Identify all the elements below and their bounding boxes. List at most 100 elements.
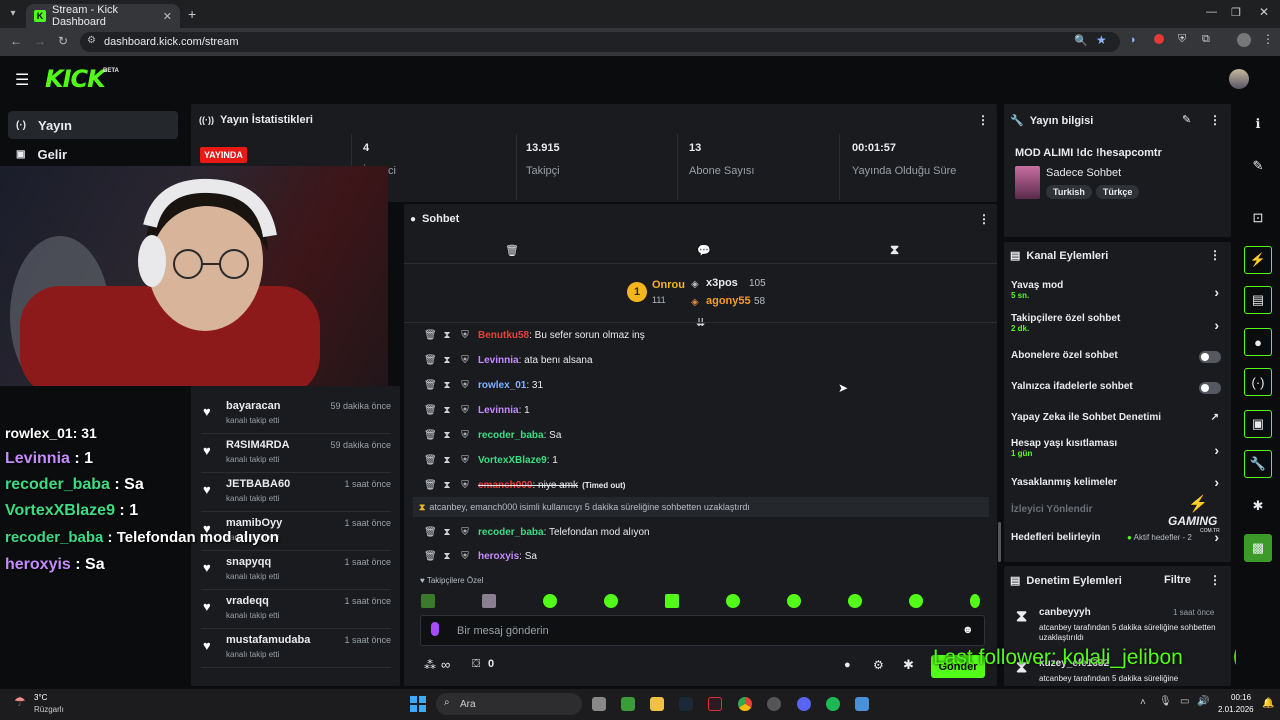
settings-gear-icon[interactable]: ⚙	[873, 658, 884, 672]
file-explorer-icon[interactable]	[650, 697, 664, 711]
chat-message-input[interactable]: Bir mesaj gönderin	[420, 615, 985, 646]
chat-menu-icon[interactable]: ⋮	[978, 212, 990, 226]
chat-username[interactable]: rowlex_01	[478, 380, 526, 391]
emote-icon[interactable]	[726, 594, 740, 608]
browser-menu-icon[interactable]: ⋮	[1262, 32, 1274, 46]
nav-item-revenue[interactable]: ▣ Gelir	[8, 140, 178, 168]
user-avatar[interactable]	[1229, 69, 1249, 89]
zoom-icon[interactable]: 🔍	[1074, 34, 1088, 47]
channel-actions-menu-icon[interactable]: ⋮	[1209, 248, 1221, 262]
timeout-icon[interactable]: ⧗	[442, 330, 452, 341]
ban-shield-icon[interactable]: ⛨	[460, 330, 470, 341]
ban-shield-icon[interactable]: ⛨	[460, 355, 470, 366]
subs-only-toggle[interactable]	[1199, 351, 1221, 363]
minimize-icon[interactable]: —	[1206, 6, 1217, 18]
timeout-icon[interactable]: ⧗	[442, 430, 452, 441]
reload-icon[interactable]: ↻	[58, 34, 68, 48]
emote-icon[interactable]	[787, 594, 801, 608]
filter-button[interactable]: Filtre	[1164, 574, 1191, 586]
emote-icon[interactable]	[970, 594, 980, 608]
slow-mode-row[interactable]: Yavaş mod 5 sn. ›	[1011, 280, 1225, 300]
site-info-icon[interactable]: ⚙	[87, 35, 96, 46]
info-icon[interactable]: ℹ	[1244, 110, 1272, 138]
timeout-icon[interactable]: ⧗	[442, 380, 452, 391]
url-input[interactable]: dashboard.kick.com/stream	[80, 32, 1120, 52]
timeout-icon[interactable]: ⧗	[442, 455, 452, 466]
back-icon[interactable]: ←	[10, 34, 22, 48]
lightning-icon[interactable]: ⚡	[1244, 246, 1272, 274]
microphone-icon[interactable]	[431, 622, 439, 636]
network-icon[interactable]: ▭	[1180, 696, 1189, 707]
volume-icon[interactable]: 🔊	[1197, 696, 1209, 707]
stream-info-menu-icon[interactable]: ⋮	[1209, 113, 1221, 127]
chat-bubble-icon[interactable]: ●	[1244, 328, 1272, 356]
game-icon[interactable]: ▩	[1244, 534, 1272, 562]
chat-username[interactable]: Benutku58	[478, 330, 529, 341]
close-window-icon[interactable]: ✕	[1259, 5, 1269, 19]
tray-chevron-icon[interactable]: ˄	[1140, 697, 1146, 708]
chrome-icon[interactable]	[738, 697, 752, 711]
stats-menu-icon[interactable]: ⋮	[977, 113, 989, 127]
chat-username[interactable]: Levinnia	[478, 405, 519, 416]
ban-shield-icon[interactable]: ⛨	[460, 380, 470, 391]
points-icon[interactable]: ⁂	[424, 658, 436, 672]
pencil-icon[interactable]: ✎	[1244, 152, 1272, 180]
mod-actions-menu-icon[interactable]: ⋮	[1209, 573, 1221, 587]
task-view-icon[interactable]	[592, 697, 606, 711]
top3-name[interactable]: agony55	[706, 295, 751, 307]
tag[interactable]: Turkish	[1046, 185, 1092, 199]
timeout-icon[interactable]: ⧗	[442, 527, 452, 538]
banned-words-row[interactable]: Yasaklanmış kelimeler ›	[1011, 474, 1225, 490]
emoji-icon[interactable]: ☻	[962, 624, 974, 636]
broadcast-icon[interactable]: (·)	[1244, 368, 1272, 396]
chat-username[interactable]: emanch000	[478, 480, 532, 491]
follower-name[interactable]: bayaracan	[226, 400, 280, 412]
chat-username[interactable]: Levinnia	[478, 355, 519, 366]
profile-avatar[interactable]	[1237, 33, 1251, 47]
mod-action-user[interactable]: canbeyyyh	[1039, 607, 1091, 618]
extensions-puzzle-icon[interactable]: ⧉	[1202, 33, 1210, 46]
app-icon[interactable]	[767, 697, 781, 711]
extension-icon[interactable]: ◗	[1130, 34, 1137, 46]
timeout-icon[interactable]: ⧗	[442, 405, 452, 416]
emotes-only-toggle[interactable]	[1199, 382, 1221, 394]
emote-icon[interactable]	[848, 594, 862, 608]
follower-name[interactable]: JETBABA60	[226, 478, 290, 490]
chat-username[interactable]: recoder_baba	[478, 527, 544, 538]
ai-moderation-row[interactable]: Yapay Zeka ile Sohbet Denetimi ↗	[1011, 412, 1225, 423]
delete-icon[interactable]: 🗑	[424, 527, 437, 538]
top1-name[interactable]: Onrou	[652, 279, 685, 291]
ban-shield-icon[interactable]: ⛨	[460, 430, 470, 441]
steam-icon[interactable]	[679, 697, 693, 711]
tab-search-icon[interactable]: ▾	[6, 6, 20, 20]
hamburger-menu-icon[interactable]: ☰	[15, 70, 29, 90]
chat-bubble-icon[interactable]: 💬	[697, 244, 711, 257]
app-icon[interactable]	[708, 697, 722, 711]
delete-icon[interactable]: 🗑	[424, 480, 437, 491]
maximize-icon[interactable]: ❐	[1231, 6, 1241, 19]
discord-icon[interactable]	[797, 697, 811, 711]
taskbar-search[interactable]: Ara	[436, 693, 582, 715]
camera-icon[interactable]: ⊡	[1244, 204, 1272, 232]
close-tab-icon[interactable]: ✕	[163, 10, 172, 23]
extension-record-icon[interactable]	[1154, 34, 1164, 44]
category-thumbnail[interactable]	[1015, 166, 1040, 199]
delete-icon[interactable]: 🗑	[424, 551, 437, 562]
ban-shield-icon[interactable]: ⛨	[460, 405, 470, 416]
emote-icon[interactable]	[604, 594, 618, 608]
ban-shield-icon[interactable]: ⛨	[460, 551, 470, 562]
ban-shield-icon[interactable]: ⛨	[460, 455, 470, 466]
follower-name[interactable]: mustafamudaba	[226, 634, 310, 646]
chat-scrollbar[interactable]	[998, 522, 1001, 562]
wrench-icon[interactable]: 🔧	[1244, 450, 1272, 478]
puzzle-icon[interactable]: ✱	[903, 657, 914, 673]
timeout-icon[interactable]: ⧗	[442, 480, 452, 491]
gift-icon[interactable]: ⛋	[472, 658, 480, 671]
chat-bubble-icon[interactable]: ●	[844, 659, 851, 671]
top2-name[interactable]: x3pos	[706, 277, 738, 289]
kick-logo[interactable]: KICK	[45, 65, 106, 93]
ban-shield-icon[interactable]: ⛨	[460, 480, 470, 491]
storage-icon[interactable]: ▣	[1244, 410, 1272, 438]
goals-row[interactable]: Hedefleri belirleyin ● Aktif hedefler - …	[1011, 529, 1225, 545]
weather-temp[interactable]: 3°C	[34, 693, 47, 702]
